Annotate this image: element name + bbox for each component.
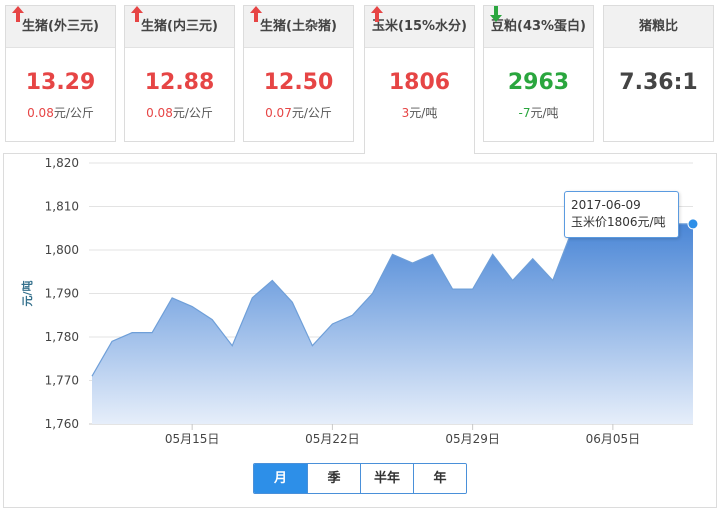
card-change-unit: 元/吨 bbox=[530, 106, 559, 120]
arrow-down-icon bbox=[490, 6, 502, 22]
card-price: 2963 bbox=[484, 6, 593, 98]
data-point[interactable] bbox=[249, 295, 255, 301]
card-price: 13.29 bbox=[6, 6, 115, 98]
price-cards: 生猪(外三元) 13.29 0.08元/公斤 生猪(内三元) 12.88 0.08元/公斤… bbox=[0, 0, 723, 154]
price-card-4[interactable]: 玉米(15%水分) 1806 3元/吨 bbox=[364, 5, 475, 154]
y-tick-label: 1,770 bbox=[45, 374, 79, 388]
range-button-4[interactable]: 年 bbox=[413, 464, 466, 493]
data-point[interactable] bbox=[309, 343, 315, 349]
data-point[interactable] bbox=[369, 291, 375, 297]
y-tick-label: 1,820 bbox=[45, 156, 79, 170]
card-change-value: 0.08 bbox=[146, 106, 173, 120]
data-point[interactable] bbox=[470, 286, 476, 292]
tooltip-date: 2017-06-09 bbox=[571, 198, 641, 212]
card-price-value: 7.36:1 bbox=[619, 70, 698, 95]
data-point[interactable] bbox=[169, 295, 175, 301]
data-point[interactable] bbox=[510, 277, 516, 283]
card-change: 3元/吨 bbox=[365, 104, 474, 121]
data-point[interactable] bbox=[209, 317, 215, 323]
chart-tooltip: 2017-06-09 玉米价1806元/吨 bbox=[564, 191, 679, 238]
x-tick-label: 05月29日 bbox=[445, 432, 500, 446]
card-price-value: 12.88 bbox=[144, 70, 215, 95]
price-card-1[interactable]: 生猪(外三元) 13.29 0.08元/公斤 bbox=[5, 5, 116, 142]
data-point[interactable] bbox=[109, 338, 115, 344]
range-selector: 月季半年年 bbox=[253, 463, 467, 494]
x-tick-label: 06月05日 bbox=[586, 432, 641, 446]
card-title: 猪粮比 bbox=[604, 6, 713, 48]
x-tick-label: 05月15日 bbox=[165, 432, 220, 446]
data-point[interactable] bbox=[390, 251, 396, 257]
card-price: 12.88 bbox=[125, 6, 234, 98]
card-price-value: 1806 bbox=[388, 70, 451, 95]
price-card-6[interactable]: 猪粮比 7.36:1 bbox=[603, 5, 714, 142]
card-change-value: -7 bbox=[518, 106, 531, 120]
card-price-value: 2963 bbox=[507, 70, 570, 95]
arrow-up-icon bbox=[12, 6, 24, 22]
card-change: 0.08元/公斤 bbox=[6, 104, 115, 121]
card-price: 1806 bbox=[365, 6, 474, 98]
price-card-2[interactable]: 生猪(内三元) 12.88 0.08元/公斤 bbox=[124, 5, 235, 142]
y-tick-label: 1,780 bbox=[45, 330, 79, 344]
data-point[interactable] bbox=[269, 277, 275, 283]
data-point[interactable] bbox=[490, 251, 496, 257]
arrow-up-icon bbox=[250, 6, 262, 22]
card-change-value: 0.07 bbox=[265, 106, 292, 120]
card-change-value: 0.08 bbox=[27, 106, 54, 120]
card-change-unit: 元/公斤 bbox=[53, 106, 94, 120]
highlighted-data-point[interactable] bbox=[687, 218, 699, 230]
arrow-up-icon bbox=[131, 6, 143, 22]
card-change-unit: 元/公斤 bbox=[291, 106, 332, 120]
x-tick-label: 05月22日 bbox=[305, 432, 360, 446]
card-change-unit: 元/公斤 bbox=[172, 106, 213, 120]
tooltip-value: 玉米价1806元/吨 bbox=[571, 215, 666, 229]
data-point[interactable] bbox=[410, 260, 416, 266]
data-point[interactable] bbox=[430, 251, 436, 257]
data-point[interactable] bbox=[149, 330, 155, 336]
card-change: -7元/吨 bbox=[484, 104, 593, 121]
card-change-unit: 元/吨 bbox=[409, 106, 438, 120]
card-change: 0.08元/公斤 bbox=[125, 104, 234, 121]
y-tick-label: 1,790 bbox=[45, 287, 79, 301]
range-button-2[interactable]: 季 bbox=[307, 464, 360, 493]
price-card-3[interactable]: 生猪(土杂猪) 12.50 0.07元/公斤 bbox=[243, 5, 354, 142]
data-point[interactable] bbox=[189, 304, 195, 310]
range-button-1[interactable]: 月 bbox=[254, 464, 307, 493]
y-tick-label: 1,800 bbox=[45, 243, 79, 257]
data-point[interactable] bbox=[89, 373, 95, 379]
data-point[interactable] bbox=[550, 277, 556, 283]
card-price-value: 13.29 bbox=[25, 70, 96, 95]
card-change: 0.07元/公斤 bbox=[244, 104, 353, 121]
data-point[interactable] bbox=[329, 321, 335, 327]
price-card-5[interactable]: 豆粕(43%蛋白) 2963 -7元/吨 bbox=[483, 5, 594, 142]
y-tick-label: 1,760 bbox=[45, 417, 79, 431]
data-point[interactable] bbox=[349, 312, 355, 318]
data-point[interactable] bbox=[289, 299, 295, 305]
arrow-up-icon bbox=[371, 6, 383, 22]
data-point[interactable] bbox=[450, 286, 456, 292]
data-point[interactable] bbox=[129, 330, 135, 336]
y-axis-label: 元/吨 bbox=[20, 280, 34, 306]
data-point[interactable] bbox=[530, 256, 536, 262]
card-price-value: 12.50 bbox=[263, 70, 334, 95]
card-price: 12.50 bbox=[244, 6, 353, 98]
y-tick-label: 1,810 bbox=[45, 200, 79, 214]
range-button-3[interactable]: 半年 bbox=[360, 464, 413, 493]
data-point[interactable] bbox=[229, 343, 235, 349]
card-price: 7.36:1 bbox=[604, 68, 713, 98]
